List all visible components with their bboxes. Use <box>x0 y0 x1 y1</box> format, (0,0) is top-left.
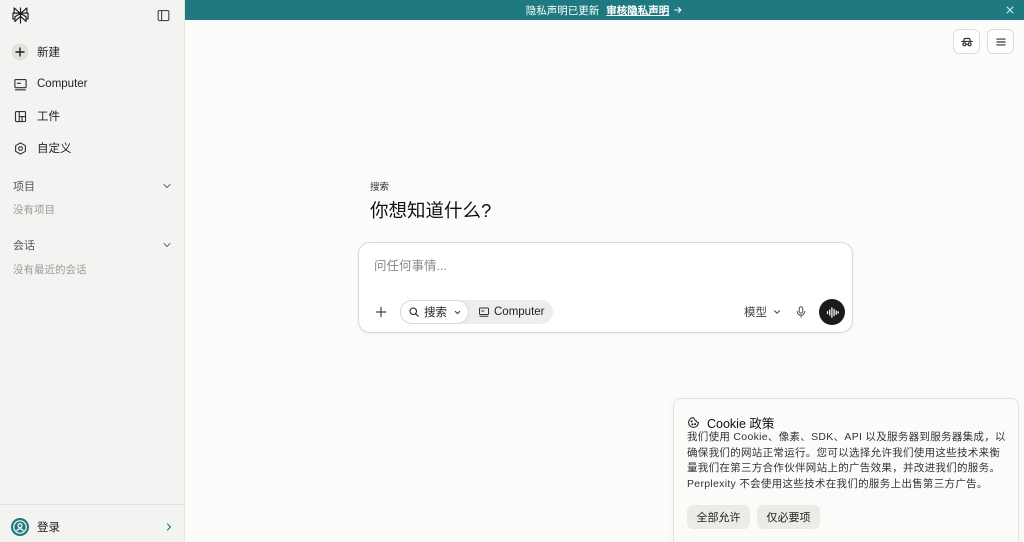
section-projects-header[interactable]: 项目 <box>13 178 173 194</box>
artifact-icon <box>11 107 29 125</box>
cookie-policy-panel: Cookie 政策 我们使用 Cookie、像素、SDK、API 以及服务器到服… <box>673 398 1019 542</box>
incognito-button[interactable] <box>953 29 980 54</box>
mode-computer-button[interactable]: Computer <box>469 300 553 324</box>
cookie-icon <box>687 416 700 429</box>
necessary-only-button[interactable]: 仅必要项 <box>757 505 820 529</box>
avatar-icon <box>11 517 29 536</box>
model-selector[interactable]: 模型 <box>744 304 782 320</box>
incognito-icon <box>960 35 974 49</box>
customize-icon <box>11 139 29 157</box>
audio-waveform-icon <box>825 305 840 320</box>
login-label: 登录 <box>37 521 60 534</box>
privacy-banner: 隐私声明已更新 审核隐私声明 <box>185 0 1024 20</box>
login-row[interactable]: 登录 <box>0 504 185 542</box>
ask-input[interactable] <box>374 256 839 276</box>
mode-search-label: 搜索 <box>424 307 447 319</box>
sidebar-item-label: 自定义 <box>37 143 72 155</box>
collapse-sidebar-icon[interactable] <box>156 8 171 23</box>
mode-switcher: 搜索 Computer <box>400 300 553 324</box>
projects-empty-text: 没有项目 <box>13 204 55 216</box>
hamburger-menu-icon <box>994 35 1008 49</box>
close-banner-icon[interactable] <box>1004 4 1016 16</box>
plus-circle-icon <box>11 43 29 61</box>
chevron-down-icon <box>453 308 462 317</box>
model-label: 模型 <box>744 307 767 319</box>
threads-empty-text: 没有最近的会话 <box>13 264 87 276</box>
sidebar-item-customize[interactable]: 自定义 <box>0 132 185 164</box>
sidebar-item-new[interactable]: 新建 <box>0 36 185 68</box>
sidebar-item-computer[interactable]: Computer <box>0 68 185 100</box>
section-title: 项目 <box>13 181 35 193</box>
chevron-down-icon <box>161 180 173 192</box>
monitor-icon <box>478 306 490 318</box>
sidebar-nav: 新建 Computer 工件 自定义 <box>0 36 185 164</box>
sidebar-item-artifacts[interactable]: 工件 <box>0 100 185 132</box>
chevron-down-icon <box>161 239 173 251</box>
sidebar-item-label: Computer <box>37 78 88 90</box>
arrow-right-icon <box>673 5 683 15</box>
section-threads-header[interactable]: 会话 <box>13 237 173 253</box>
voice-mode-button[interactable] <box>819 299 845 325</box>
sidebar: 新建 Computer 工件 自定义 项目 没有项目 会话 没有最近的会话 登录 <box>0 0 185 542</box>
ask-box: 搜索 Computer 模型 <box>358 242 853 333</box>
section-title: 会话 <box>13 240 35 252</box>
banner-link-label: 审核隐私声明 <box>606 4 670 17</box>
review-privacy-link[interactable]: 审核隐私声明 <box>606 3 683 18</box>
chevron-right-icon <box>163 521 175 533</box>
cookie-body-text: 我们使用 Cookie、像素、SDK、API 以及服务器到服务器集成，以确保我们… <box>687 431 1006 490</box>
allow-all-button[interactable]: 全部允许 <box>687 505 750 529</box>
mode-computer-label: Computer <box>494 306 545 318</box>
banner-text: 隐私声明已更新 <box>525 4 600 17</box>
sidebar-item-label: 新建 <box>37 47 60 59</box>
search-icon <box>408 306 420 318</box>
plus-icon[interactable] <box>373 304 389 320</box>
chevron-down-icon <box>772 307 782 317</box>
menu-button[interactable] <box>987 29 1014 54</box>
mode-label: 搜索 <box>370 182 390 193</box>
monitor-icon <box>11 75 29 93</box>
sidebar-item-label: 工件 <box>37 111 60 123</box>
perplexity-logo-icon[interactable] <box>11 6 30 25</box>
mode-search-button[interactable]: 搜索 <box>400 300 469 324</box>
page-title: 你想知道什么? <box>370 200 492 221</box>
microphone-icon[interactable] <box>794 305 808 319</box>
